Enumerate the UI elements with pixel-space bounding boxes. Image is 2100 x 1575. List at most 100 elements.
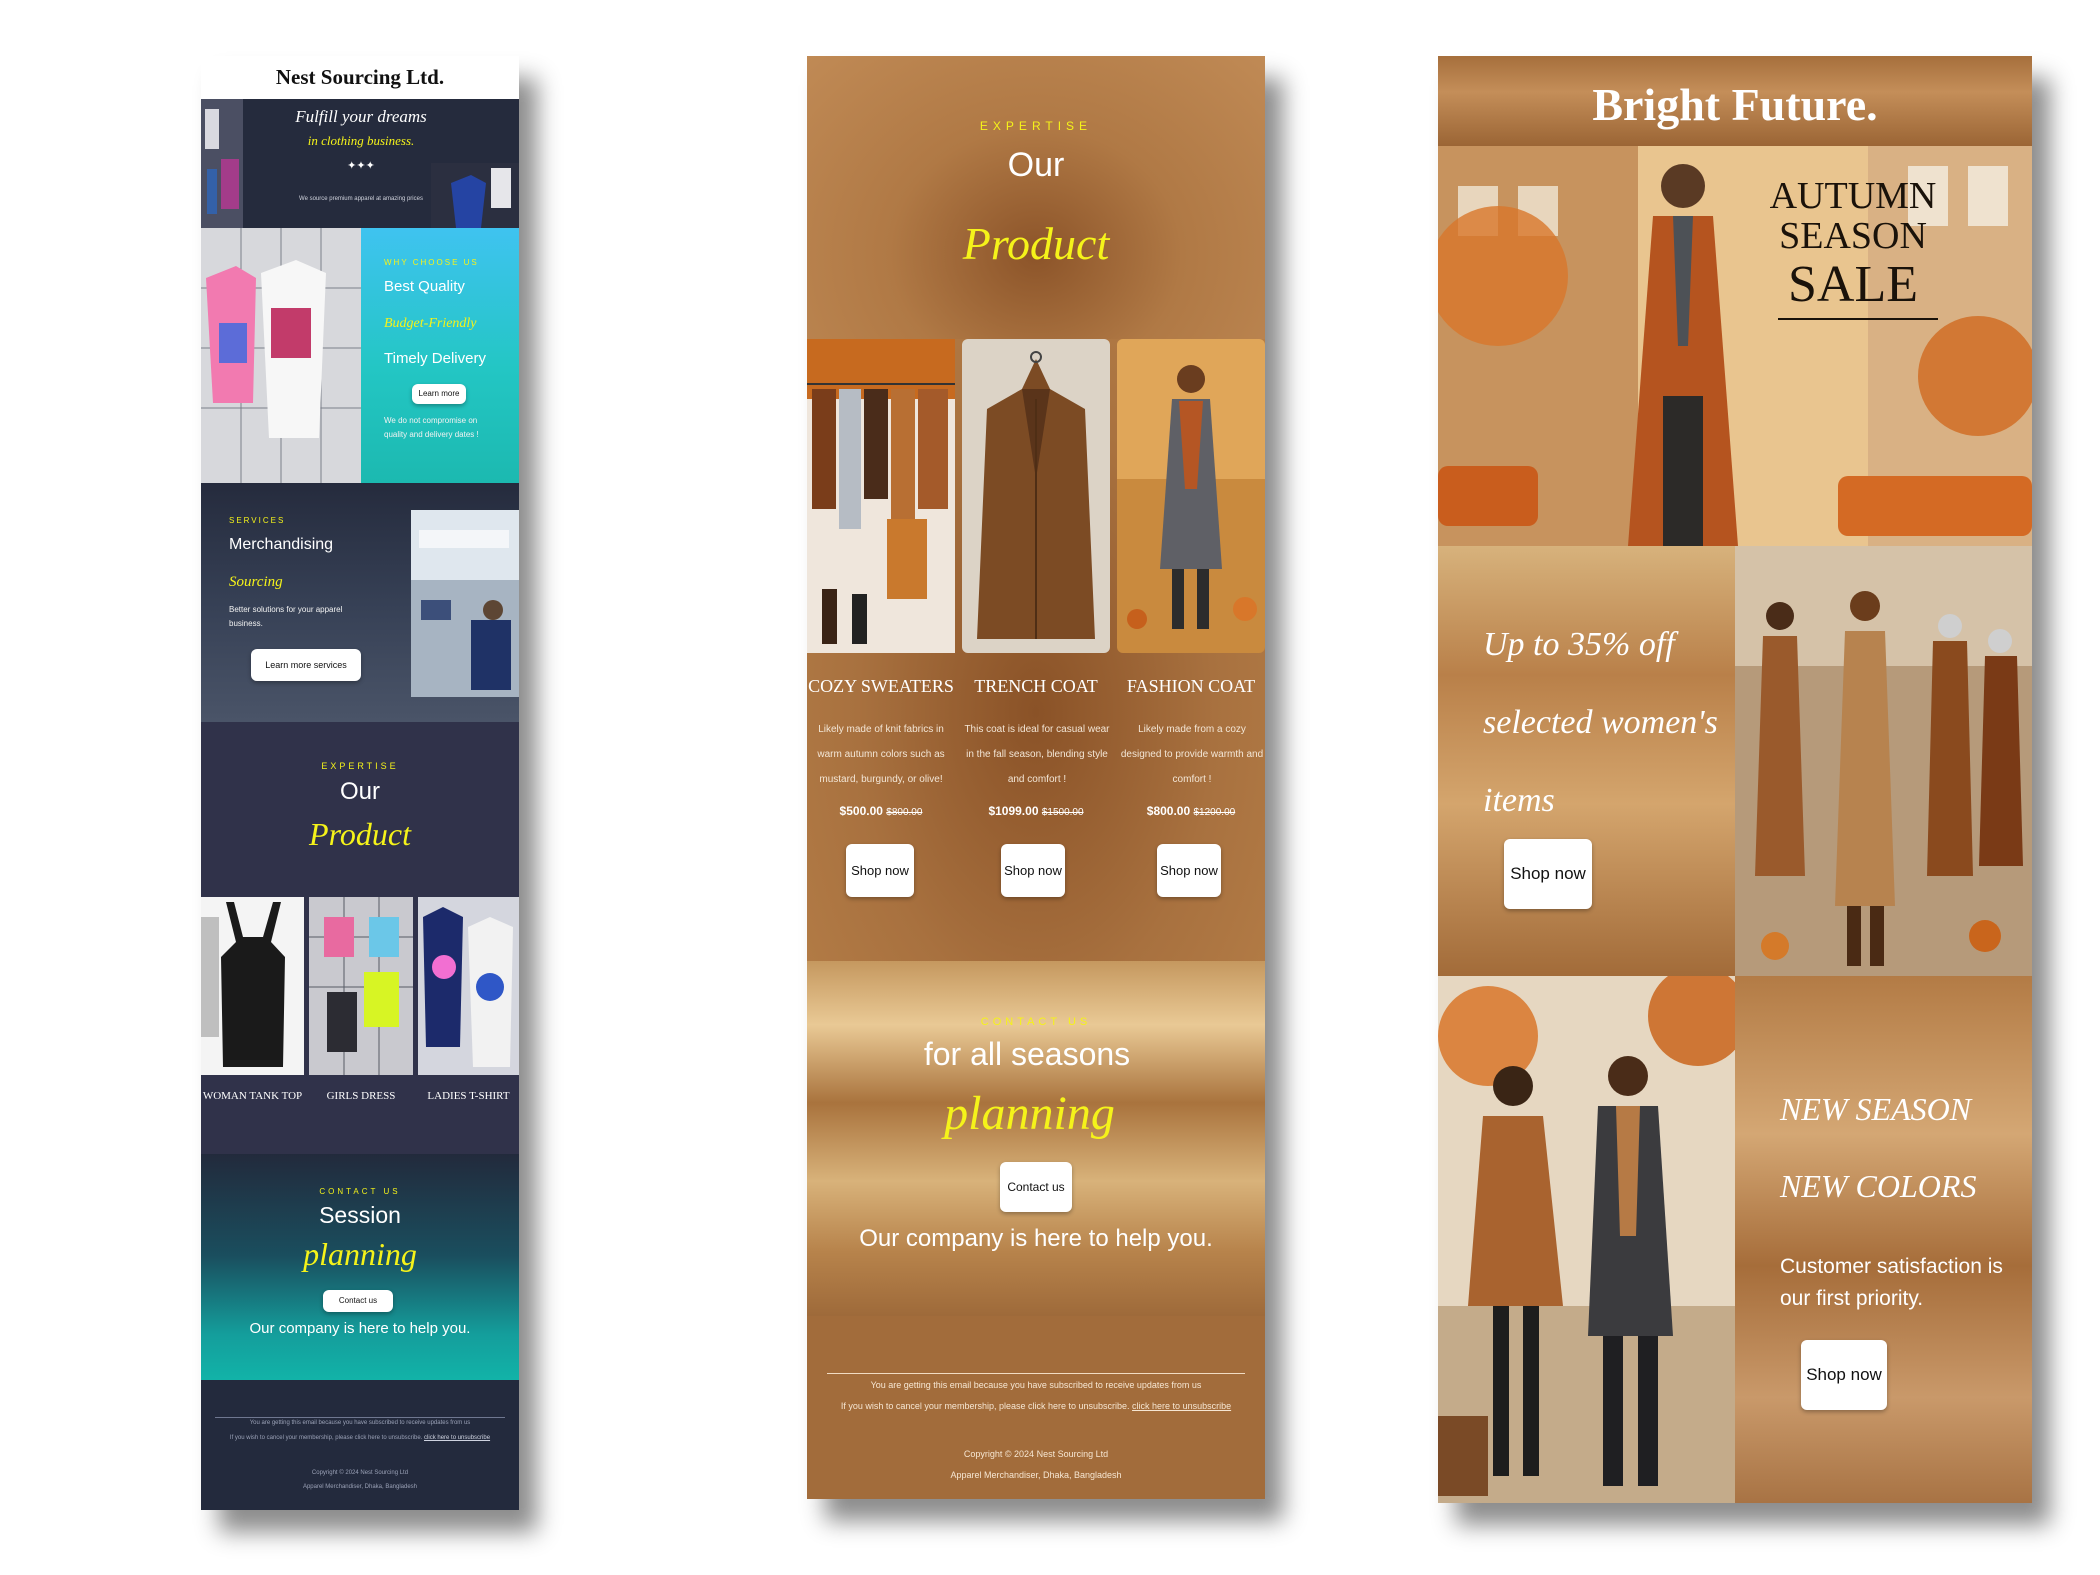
- product3-old-price: $1200.00: [1193, 807, 1236, 818]
- panel2-copyright: Copyright © 2024 Nest Sourcing Ltd: [963, 1449, 1109, 1459]
- panel2-footer-line2: If you wish to cancel your membership, p…: [840, 1401, 1130, 1411]
- banner-line2: SEASON: [1779, 215, 1927, 257]
- panel1-product-title1: Our: [339, 778, 380, 805]
- panel2-contact-title2: planning: [944, 1087, 1115, 1140]
- product1-shop-button[interactable]: Shop now: [846, 844, 914, 897]
- cozy-sweaters-image[interactable]: [807, 339, 955, 653]
- product2-price: $1099.00: [988, 804, 1039, 818]
- product3-name: FASHION COAT: [1126, 676, 1256, 696]
- panel1-contact-title1: Session: [319, 1202, 401, 1228]
- banner-line3: SALE: [1788, 256, 1918, 313]
- product1-price-row: $500.00 $800.00: [807, 804, 955, 818]
- girls-dress-image[interactable]: [309, 897, 413, 1075]
- product2-desc: This coat is ideal for casual wear in th…: [964, 724, 1110, 785]
- product2-price-row: $1099.00 $1500.00: [962, 804, 1110, 818]
- ladies-tshirt-image[interactable]: [418, 897, 519, 1075]
- panel2-address: Apparel Merchandiser, Dhaka, Bangladesh: [950, 1470, 1122, 1480]
- newsletter-panel-autumn: Bright Future. AUTUMN SEASON SALE Up to …: [1438, 56, 2032, 1503]
- couple-autumn-image[interactable]: [1438, 976, 1735, 1503]
- panel1-contact-title2: planning: [303, 1236, 417, 1272]
- product3-desc: Likely made from a cozy designed to prov…: [1120, 724, 1264, 785]
- services-kicker: SERVICES: [229, 516, 286, 525]
- panel1-unsubscribe-link[interactable]: click here to unsubscribe: [424, 1435, 490, 1441]
- office-image: [411, 510, 519, 697]
- services-section: SERVICES Merchandising Sourcing Better s…: [201, 483, 519, 722]
- panel1-contact-button[interactable]: Contact us: [323, 1290, 393, 1312]
- offer-line1: Up to 35% off: [1483, 626, 1675, 663]
- panel2-footer-line2-row: If you wish to cancel your membership, p…: [807, 1401, 1265, 1411]
- hero-line1: Fulfill your dreams: [295, 107, 427, 126]
- panel2-kicker: EXPERTISE: [979, 119, 1093, 133]
- learn-more-services-button[interactable]: Learn more services: [251, 649, 361, 681]
- panel2-product-header: EXPERTISE Our Product: [807, 56, 1265, 339]
- offer-shop-button[interactable]: Shop now: [1504, 839, 1592, 909]
- hero-small-text: We source premium apparel at amazing pri…: [299, 196, 423, 202]
- why-item3: Timely Delivery: [384, 350, 486, 367]
- banner-underline: [1778, 318, 1938, 320]
- new-season-note: Customer satisfaction is our first prior…: [1780, 1255, 2003, 1310]
- panel2-contact-button[interactable]: Contact us: [1000, 1162, 1072, 1212]
- panel1-footer-divider: [215, 1417, 505, 1418]
- product2-old-price: $1500.00: [1041, 807, 1084, 818]
- hero-section: Fulfill your dreams in clothing business…: [201, 99, 519, 228]
- product3-price: $800.00: [1146, 804, 1191, 818]
- product3-shop-button[interactable]: Shop now: [1157, 844, 1221, 897]
- panel2-title2: Product: [962, 218, 1110, 269]
- panel1-footer-line2-row: If you wish to cancel your membership, p…: [201, 1435, 519, 1441]
- new-season-shop-button[interactable]: Shop now: [1801, 1340, 1887, 1410]
- offer-line3: items: [1483, 782, 1555, 819]
- panel1-footer: You are getting this email because you h…: [201, 1380, 519, 1510]
- panel1-address: Apparel Merchandiser, Dhaka, Bangladesh: [302, 1484, 418, 1490]
- panel1-copyright: Copyright © 2024 Nest Sourcing Ltd: [311, 1470, 409, 1476]
- services-item2: Sourcing: [229, 574, 283, 590]
- panel2-contact-note: Our company is here to help you.: [859, 1225, 1213, 1252]
- panel2-contact-kicker: CONTACT US: [980, 1016, 1092, 1028]
- product1-price: $500.00: [839, 804, 883, 818]
- offer-line2: selected women's: [1483, 704, 1718, 741]
- women-offer-section: Up to 35% off selected women's items Sho…: [1438, 546, 1735, 976]
- product1-name: COZY SWEATERS: [808, 676, 954, 696]
- tshirts-on-rack-image: [201, 228, 361, 483]
- new-season-section: NEW SEASON NEW COLORS Customer satisfact…: [1735, 976, 2032, 1503]
- product-caption-2: GIRLS DRESS: [326, 1090, 396, 1102]
- banner-line1: AUTUMN: [1769, 175, 1937, 217]
- panel1-footer-line1: You are getting this email because you h…: [249, 1420, 471, 1426]
- panel2-footer-line1: You are getting this email because you h…: [870, 1380, 1202, 1390]
- why-kicker: WHY CHOOSE US: [384, 258, 479, 267]
- panel2-contact-section: CONTACT US for all seasons planning Cont…: [807, 961, 1265, 1316]
- new-season-line1: NEW SEASON: [1780, 1091, 1972, 1127]
- product2-name: TRENCH COAT: [974, 676, 1098, 696]
- why-item1: Best Quality: [384, 278, 465, 295]
- services-item1: Merchandising: [229, 536, 334, 553]
- panel2-footer-divider: [827, 1373, 1245, 1374]
- panel1-product-title2: Product: [309, 816, 411, 852]
- panel1-product-kicker: EXPERTISE: [321, 761, 399, 771]
- women-coats-image[interactable]: [1735, 546, 2032, 976]
- hero-clothes-rack-image: [201, 99, 243, 228]
- learn-more-button[interactable]: Learn more: [412, 384, 466, 404]
- why-item2: Budget-Friendly: [384, 316, 477, 331]
- newsletter-panel-copper: EXPERTISE Our Product COZY SWEATERS TREN…: [807, 56, 1265, 1499]
- panel2-unsubscribe-link[interactable]: click here to unsubscribe: [1132, 1401, 1231, 1411]
- panel1-contact-note: Our company is here to help you.: [249, 1320, 471, 1337]
- newsletter-panel-navy: Nest Sourcing Ltd. Fulfill your dreams i…: [201, 56, 519, 1510]
- product1-old-price: $800.00: [886, 807, 923, 818]
- panel1-header: Nest Sourcing Ltd.: [201, 56, 519, 99]
- product-caption-1: WOMAN TANK TOP: [202, 1090, 303, 1102]
- product2-shop-button[interactable]: Shop now: [1001, 844, 1065, 897]
- product1-desc: Likely made of knit fabrics in warm autu…: [817, 724, 945, 785]
- product3-price-row: $800.00 $1200.00: [1117, 804, 1265, 818]
- trench-coat-image[interactable]: [962, 339, 1110, 653]
- new-season-line2: NEW COLORS: [1780, 1168, 1977, 1204]
- panel2-title1: Our: [1007, 146, 1065, 184]
- tank-top-image[interactable]: [201, 897, 304, 1075]
- autumn-sale-banner-image[interactable]: AUTUMN SEASON SALE: [1438, 146, 2032, 546]
- panel1-footer-line2: If you wish to cancel your membership, p…: [229, 1435, 423, 1441]
- panel2-contact-title1: for all seasons: [923, 1036, 1131, 1072]
- hero-stars: ✦✦✦: [347, 160, 375, 172]
- panel2-footer: You are getting this email because you h…: [807, 1316, 1265, 1499]
- panel1-product-section: EXPERTISE Our Product WOMAN TANK TOP GIR…: [201, 722, 519, 1210]
- services-note: Better solutions for your apparel busine…: [229, 605, 343, 628]
- fashion-coat-image[interactable]: [1117, 339, 1265, 653]
- panel1-contact-section: CONTACT US Session planning Contact us O…: [201, 1154, 519, 1380]
